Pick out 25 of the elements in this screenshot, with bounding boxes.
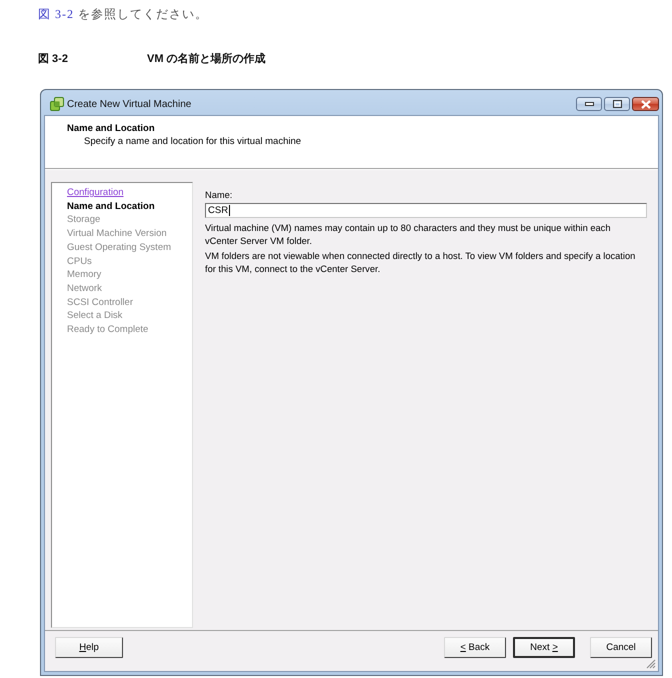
figure-title: VM の名前と場所の作成 bbox=[147, 52, 266, 66]
hint-text: Virtual machine (VM) names may contain up to 80 characters and they must be unique within each vCenter Server VM folder. bbox=[205, 222, 612, 248]
minimize-icon bbox=[584, 102, 594, 106]
next-button[interactable]: Next > bbox=[513, 637, 575, 658]
intro-text: 図 3-2 を参照してください。 bbox=[37, 6, 209, 22]
hint-text: VM folders are not viewable when connected directly to a host. To view VM folders and specify a location for this VM, connect to the vCenter Server. bbox=[205, 250, 636, 276]
step-item[interactable]: Name and Location bbox=[67, 200, 155, 214]
overlapping-squares-icon bbox=[50, 97, 64, 111]
step-title: Name and Location bbox=[67, 122, 156, 135]
close-icon bbox=[640, 100, 650, 108]
name-label: Name: bbox=[205, 189, 232, 201]
help-button[interactable]: Help bbox=[55, 637, 123, 658]
close-button[interactable] bbox=[632, 97, 659, 111]
step-description: Specify a name and location for this virtual machine bbox=[83, 135, 302, 148]
maximize-button[interactable] bbox=[604, 97, 630, 111]
figure-number: 図 3-2 bbox=[38, 52, 69, 66]
window-title: Create New Virtual Machine bbox=[67, 98, 192, 110]
back-button[interactable]: < Back bbox=[444, 637, 506, 658]
cancel-button[interactable]: Cancel bbox=[590, 637, 652, 658]
name-input[interactable]: CSR bbox=[205, 203, 647, 218]
figure-link[interactable]: 図 3-2 bbox=[38, 7, 74, 21]
step-link[interactable]: Configuration bbox=[67, 186, 124, 200]
resize-grip-icon[interactable] bbox=[646, 659, 656, 669]
minimize-button[interactable] bbox=[576, 97, 602, 111]
maximize-icon bbox=[612, 100, 622, 108]
